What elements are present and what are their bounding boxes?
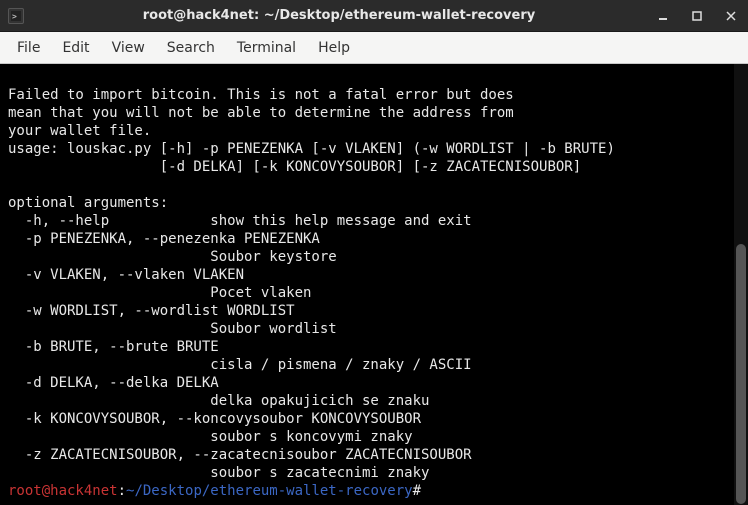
prompt-colon: :	[118, 483, 126, 499]
terminal-line: soubor s zacatecnimi znaky	[8, 465, 429, 481]
terminal-line: -z ZACATECNISOUBOR, --zacatecnisoubor ZA…	[8, 447, 472, 463]
prompt-sigil: #	[413, 483, 421, 499]
prompt-user: root@hack4net	[8, 483, 118, 499]
terminal-line: optional arguments:	[8, 195, 168, 211]
window-controls	[646, 0, 748, 32]
terminal-line: delka opakujicich se znaku	[8, 393, 429, 409]
terminal-line: -v VLAKEN, --vlaken VLAKEN	[8, 267, 244, 283]
close-icon	[726, 11, 736, 21]
terminal-line: [-d DELKA] [-k KONCOVYSOUBOR] [-z ZACATE…	[8, 159, 581, 175]
terminal-line: -h, --help show this help message and ex…	[8, 213, 472, 229]
menu-edit[interactable]: Edit	[51, 35, 100, 61]
terminal-line: usage: louskac.py [-h] -p PENEZENKA [-v …	[8, 141, 615, 157]
terminal-line: cisla / pismena / znaky / ASCII	[8, 357, 472, 373]
terminal-line: Failed to import bitcoin. This is not a …	[8, 87, 514, 103]
prompt-path: ~/Desktop/ethereum-wallet-recovery	[126, 483, 413, 499]
terminal-window: > root@hack4net: ~/Desktop/ethereum-wall…	[0, 0, 748, 505]
terminal-output[interactable]: Failed to import bitcoin. This is not a …	[0, 64, 734, 505]
terminal-line: Soubor wordlist	[8, 321, 337, 337]
terminal-line: Soubor keystore	[8, 249, 337, 265]
menu-help[interactable]: Help	[307, 35, 361, 61]
terminal-line: -b BRUTE, --brute BRUTE	[8, 339, 219, 355]
titlebar: > root@hack4net: ~/Desktop/ethereum-wall…	[0, 0, 748, 32]
terminal-line: -d DELKA, --delka DELKA	[8, 375, 219, 391]
terminal-line: -k KONCOVYSOUBOR, --koncovysoubor KONCOV…	[8, 411, 421, 427]
terminal-line: -p PENEZENKA, --penezenka PENEZENKA	[8, 231, 320, 247]
minimize-icon	[658, 11, 668, 21]
svg-text:>: >	[12, 12, 17, 21]
terminal-area-wrap: Failed to import bitcoin. This is not a …	[0, 64, 748, 505]
window-title: root@hack4net: ~/Desktop/ethereum-wallet…	[32, 8, 646, 23]
menu-terminal[interactable]: Terminal	[226, 35, 307, 61]
scrollbar-thumb[interactable]	[736, 244, 746, 504]
terminal-line: soubor s koncovymi znaky	[8, 429, 413, 445]
menubar: File Edit View Search Terminal Help	[0, 32, 748, 64]
terminal-line: mean that you will not be able to determ…	[8, 105, 514, 121]
menu-file[interactable]: File	[6, 35, 51, 61]
terminal-line: Pocet vlaken	[8, 285, 311, 301]
minimize-button[interactable]	[646, 0, 680, 32]
menu-search[interactable]: Search	[156, 35, 226, 61]
terminal-line: your wallet file.	[8, 123, 151, 139]
maximize-icon	[692, 11, 702, 21]
maximize-button[interactable]	[680, 0, 714, 32]
terminal-line: -w WORDLIST, --wordlist WORDLIST	[8, 303, 295, 319]
close-button[interactable]	[714, 0, 748, 32]
scrollbar[interactable]	[734, 64, 748, 505]
menu-view[interactable]: View	[101, 35, 156, 61]
app-icon: >	[8, 8, 24, 24]
